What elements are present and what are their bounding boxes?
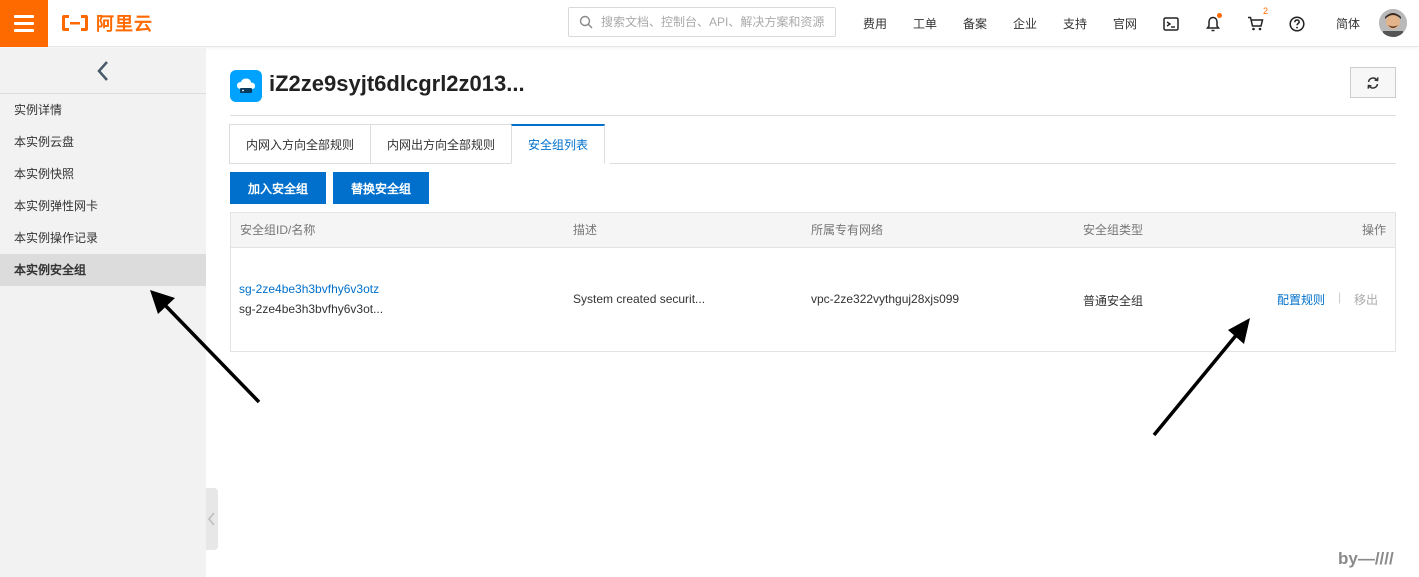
tab-divider	[610, 163, 1396, 164]
top-nav: 费用 工单 备案 企业 支持 官网 2 简体	[850, 0, 1368, 47]
col-vpc: 所属专有网络	[811, 223, 884, 237]
notification-dot	[1217, 13, 1222, 18]
avatar[interactable]	[1379, 9, 1407, 37]
chevron-left-small-icon	[208, 512, 215, 526]
nav-icp[interactable]: 备案	[950, 15, 1000, 32]
security-group-id-link[interactable]: sg-2ze4be3h3bvfhy6v3otz	[239, 282, 379, 296]
sidebar-item-eni[interactable]: 本实例弹性网卡	[0, 190, 206, 222]
tab-inbound-rules[interactable]: 内网入方向全部规则	[229, 124, 371, 164]
col-type: 安全组类型	[1083, 223, 1144, 237]
back-button[interactable]	[0, 48, 206, 94]
top-bar: 阿里云 费用 工单 备案 企业 支持 官网 2 简体	[0, 0, 1419, 47]
help-icon[interactable]	[1276, 0, 1318, 47]
sidebar-item-instance-details[interactable]: 实例详情	[0, 94, 206, 126]
security-group-vpc: vpc-2ze322vythguj28xjs099	[811, 292, 960, 306]
cart-count-badge: 2	[1262, 6, 1268, 16]
aliyun-logo-icon	[62, 15, 88, 31]
sidebar-item-security-groups[interactable]: 本实例安全组	[0, 254, 206, 286]
menu-icon[interactable]	[0, 0, 48, 47]
logo-text: 阿里云	[96, 14, 153, 34]
cart-icon[interactable]: 2	[1234, 0, 1276, 47]
sidebar-collapse-handle[interactable]	[206, 488, 218, 550]
nav-official-site[interactable]: 官网	[1100, 15, 1150, 32]
search-input[interactable]	[601, 15, 831, 29]
nav-fees[interactable]: 费用	[850, 15, 900, 32]
search-icon	[579, 15, 593, 29]
aliyun-logo[interactable]: 阿里云	[60, 11, 153, 35]
col-description: 描述	[573, 223, 598, 237]
security-group-description: System created securit...	[573, 292, 706, 306]
watermark: by—////	[1338, 549, 1394, 568]
tab-outbound-rules[interactable]: 内网出方向全部规则	[370, 124, 512, 164]
action-separator: |	[1338, 290, 1342, 304]
security-group-table: 安全组ID/名称 描述 所属专有网络 安全组类型 操作 sg-2ze4be3h3…	[230, 212, 1396, 352]
language-switch[interactable]: 简体	[1328, 15, 1368, 32]
remove-link[interactable]: 移出	[1354, 291, 1378, 308]
nav-support[interactable]: 支持	[1050, 15, 1100, 32]
security-group-name: sg-2ze4be3h3bvfhy6v3ot...	[239, 302, 384, 316]
nav-enterprise[interactable]: 企业	[1000, 15, 1050, 32]
terminal-icon[interactable]	[1150, 0, 1192, 47]
page-title: iZ2ze9syjt6dlcgrl2z013...	[269, 71, 525, 96]
sidebar-item-snapshots[interactable]: 本实例快照	[0, 158, 206, 190]
security-group-type: 普通安全组	[1083, 294, 1144, 308]
sidebar-item-disks[interactable]: 本实例云盘	[0, 126, 206, 158]
search-box[interactable]	[568, 7, 836, 37]
sidebar-item-operation-log[interactable]: 本实例操作记录	[0, 222, 206, 254]
nav-tickets[interactable]: 工单	[900, 15, 950, 32]
col-id-name: 安全组ID/名称	[240, 223, 316, 237]
sidebar: 实例详情 本实例云盘 本实例快照 本实例弹性网卡 本实例操作记录 本实例安全组	[0, 48, 206, 577]
join-security-group-button[interactable]: 加入安全组	[230, 172, 326, 204]
refresh-icon	[1367, 76, 1379, 89]
configure-rules-link[interactable]: 配置规则	[1277, 291, 1325, 308]
ecs-instance-icon	[230, 70, 262, 102]
col-actions: 操作	[1361, 223, 1386, 237]
chevron-left-icon	[97, 60, 108, 81]
bell-icon[interactable]	[1192, 0, 1234, 47]
tab-security-group-list[interactable]: 安全组列表	[511, 124, 606, 164]
tab-bar: 内网入方向全部规则 内网出方向全部规则 安全组列表	[229, 124, 606, 164]
header-divider	[230, 115, 1396, 116]
replace-security-group-button[interactable]: 替换安全组	[333, 172, 429, 204]
refresh-button[interactable]	[1350, 67, 1396, 98]
table-header: 安全组ID/名称 描述 所属专有网络 安全组类型 操作	[231, 213, 1395, 248]
table-row: sg-2ze4be3h3bvfhy6v3otz sg-2ze4be3h3bvfh…	[231, 248, 1395, 352]
